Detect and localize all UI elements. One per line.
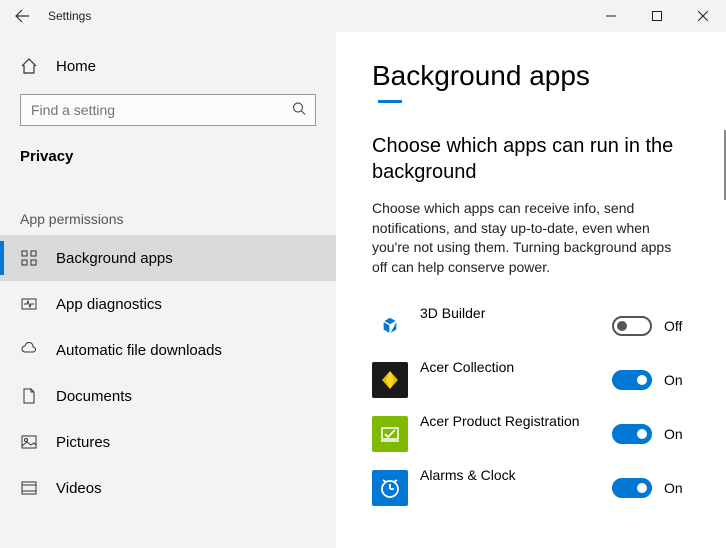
sidebar-item-app-diagnostics[interactable]: App diagnostics: [0, 281, 336, 327]
maximize-icon: [652, 11, 662, 21]
toggle-label: On: [664, 480, 690, 496]
sidebar-item-background-apps[interactable]: Background apps: [0, 235, 336, 281]
search-input[interactable]: [20, 94, 316, 126]
sidebar-item-label: Videos: [56, 480, 102, 497]
content-pane: Background apps Choose which apps can ru…: [336, 32, 726, 548]
grid-icon: [20, 249, 38, 267]
sidebar-item-label: Documents: [56, 388, 132, 405]
toggle-3d-builder[interactable]: [612, 316, 652, 336]
diagnostics-icon: [20, 295, 38, 313]
page-title: Background apps: [372, 60, 690, 92]
app-icon-acer-product-registration: [372, 416, 408, 452]
sidebar-item-pictures[interactable]: Pictures: [0, 419, 336, 465]
app-name: Acer Product Registration: [420, 413, 600, 429]
toggle-label: Off: [664, 318, 690, 334]
videos-icon: [20, 479, 38, 497]
back-button[interactable]: [0, 0, 44, 32]
home-label: Home: [56, 58, 96, 75]
sidebar-item-label: Automatic file downloads: [56, 342, 222, 359]
cloud-download-icon: [20, 341, 38, 359]
pictures-icon: [20, 433, 38, 451]
home-icon: [20, 57, 38, 75]
toggle-alarms-clock[interactable]: [612, 478, 652, 498]
arrow-left-icon: [14, 8, 30, 24]
toggle-acer-collection[interactable]: [612, 370, 652, 390]
document-icon: [20, 387, 38, 405]
app-icon-acer-collection: [372, 362, 408, 398]
window-title: Settings: [48, 9, 91, 23]
sidebar-item-automatic-file-downloads[interactable]: Automatic file downloads: [0, 327, 336, 373]
app-row: Acer Product Registration On: [372, 407, 690, 461]
close-icon: [698, 11, 708, 21]
sidebar-item-label: Background apps: [56, 250, 173, 267]
maximize-button[interactable]: [634, 0, 680, 32]
section-heading: Choose which apps can run in the backgro…: [372, 133, 690, 185]
app-icon-alarms-clock: [372, 470, 408, 506]
app-row: Alarms & Clock On: [372, 461, 690, 515]
close-button[interactable]: [680, 0, 726, 32]
category-label: Privacy: [0, 136, 336, 175]
titlebar: Settings: [0, 0, 726, 32]
minimize-button[interactable]: [588, 0, 634, 32]
section-label: App permissions: [0, 175, 336, 235]
sidebar-item-documents[interactable]: Documents: [0, 373, 336, 419]
app-icon-3d-builder: [372, 308, 408, 344]
sidebar: Home Privacy App permissions Background …: [0, 32, 336, 548]
toggle-acer-product-registration[interactable]: [612, 424, 652, 444]
app-name: Acer Collection: [420, 359, 600, 375]
toggle-label: On: [664, 372, 690, 388]
toggle-label: On: [664, 426, 690, 442]
search-icon: [292, 102, 306, 119]
sidebar-item-label: Pictures: [56, 434, 110, 451]
sidebar-item-label: App diagnostics: [56, 296, 162, 313]
app-row: Acer Collection On: [372, 353, 690, 407]
title-underline: [378, 100, 402, 103]
app-name: Alarms & Clock: [420, 467, 600, 483]
minimize-icon: [606, 11, 616, 21]
app-row: 3D Builder Off: [372, 299, 690, 353]
app-name: 3D Builder: [420, 305, 600, 321]
home-link[interactable]: Home: [0, 46, 336, 86]
section-description: Choose which apps can receive info, send…: [372, 199, 690, 277]
sidebar-item-videos[interactable]: Videos: [0, 465, 336, 511]
